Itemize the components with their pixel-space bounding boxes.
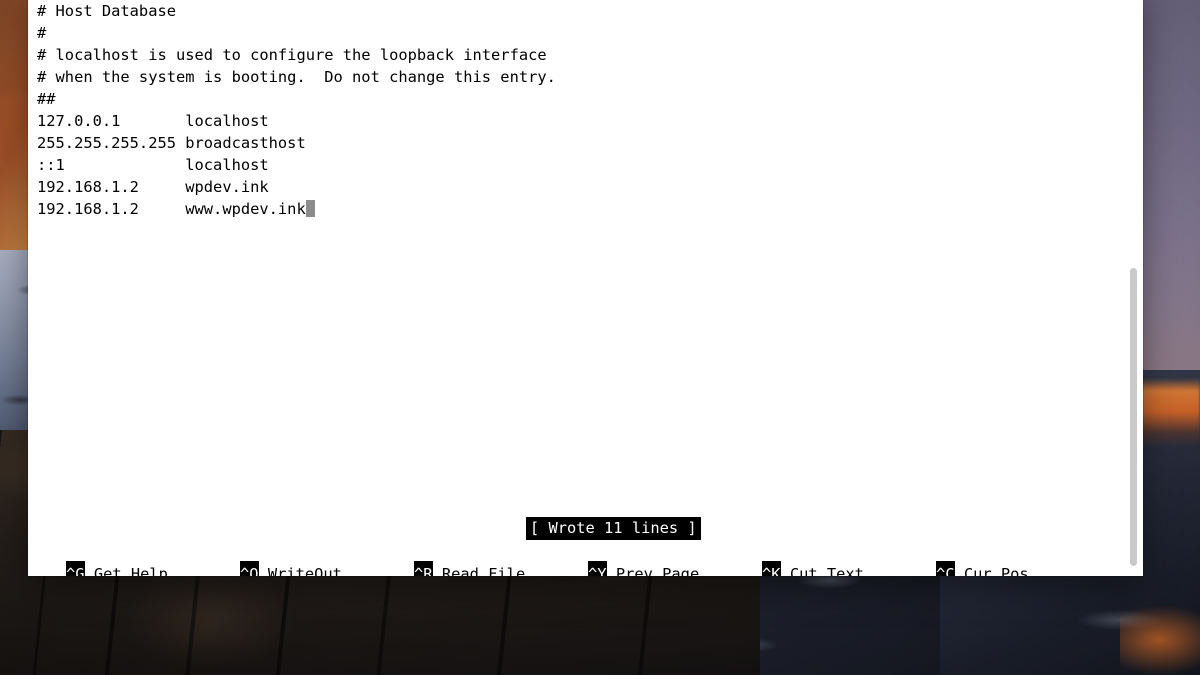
editor-line-text: 255.255.255.255 broadcasthost bbox=[37, 134, 306, 152]
nano-editor[interactable]: ## # Host Database # # localhost is used to… bbox=[28, 0, 1143, 576]
editor-line-text: ::1 localhost bbox=[37, 156, 269, 174]
help-shortcut-label: Read File bbox=[432, 565, 526, 576]
editor-text-area[interactable]: ## # Host Database # # localhost is used to… bbox=[37, 0, 556, 220]
help-shortcut-key: ^R bbox=[414, 561, 433, 576]
help-shortcut-read-file[interactable]: ^R Read File bbox=[414, 561, 525, 576]
editor-line: 255.255.255.255 broadcasthost bbox=[37, 132, 556, 154]
help-shortcut-key: ^K bbox=[762, 561, 781, 576]
help-shortcut-label: Get Help bbox=[84, 565, 168, 576]
help-shortcut-key: ^G bbox=[66, 561, 85, 576]
editor-line: # when the system is booting. Do not cha… bbox=[37, 66, 556, 88]
editor-line-text: # Host Database bbox=[37, 2, 176, 20]
help-shortcut-get-help[interactable]: ^G Get Help bbox=[66, 561, 168, 576]
editor-line: # localhost is used to configure the loo… bbox=[37, 44, 556, 66]
vertical-scrollbar-track[interactable] bbox=[1128, 0, 1141, 576]
help-shortcut-key: ^O bbox=[240, 561, 259, 576]
help-row-primary: ^G Get Help ^O WriteOut ^R Read File ^Y Pre… bbox=[37, 561, 1143, 576]
help-shortcut-prev-page[interactable]: ^Y Prev Page bbox=[588, 561, 699, 576]
help-shortcut-cut-text[interactable]: ^K Cut Text bbox=[762, 561, 864, 576]
terminal-window[interactable]: ## # Host Database # # localhost is used to… bbox=[28, 0, 1143, 576]
editor-line: 127.0.0.1 localhost bbox=[37, 110, 556, 132]
help-bar: ^G Get Help ^O WriteOut ^R Read File ^Y Pre… bbox=[37, 517, 1143, 576]
help-shortcut-key: ^Y bbox=[588, 561, 607, 576]
help-shortcut-label: Prev Page bbox=[606, 565, 700, 576]
help-shortcut-label: Cut Text bbox=[780, 565, 864, 576]
editor-line-text: # bbox=[37, 24, 47, 42]
vertical-scrollbar-thumb[interactable] bbox=[1130, 268, 1137, 566]
help-shortcut-label: WriteOut bbox=[258, 565, 342, 576]
help-shortcut-writeout[interactable]: ^O WriteOut bbox=[240, 561, 342, 576]
editor-line-text: # localhost is used to configure the loo… bbox=[37, 46, 547, 64]
help-shortcut-cur-pos[interactable]: ^C Cur Pos bbox=[936, 561, 1029, 576]
status-line: [ Wrote 11 lines ] bbox=[28, 495, 1143, 540]
editor-line: # Host Database bbox=[37, 0, 556, 22]
help-shortcut-label: Cur Pos bbox=[954, 565, 1029, 576]
editor-line-text: 192.168.1.2 www.wpdev.ink bbox=[37, 200, 306, 218]
editor-line: ## bbox=[37, 88, 556, 110]
editor-line: # bbox=[37, 22, 556, 44]
editor-line-text: # when the system is booting. Do not cha… bbox=[37, 68, 556, 86]
editor-line: 192.168.1.2 www.wpdev.ink bbox=[37, 198, 556, 220]
help-shortcut-key: ^C bbox=[936, 561, 955, 576]
editor-line-text: 192.168.1.2 wpdev.ink bbox=[37, 178, 269, 196]
editor-line-text: ## bbox=[37, 90, 56, 108]
editor-line: 192.168.1.2 wpdev.ink bbox=[37, 176, 556, 198]
editor-line: ::1 localhost bbox=[37, 154, 556, 176]
editor-line-text: 127.0.0.1 localhost bbox=[37, 112, 269, 130]
text-cursor bbox=[305, 200, 316, 217]
